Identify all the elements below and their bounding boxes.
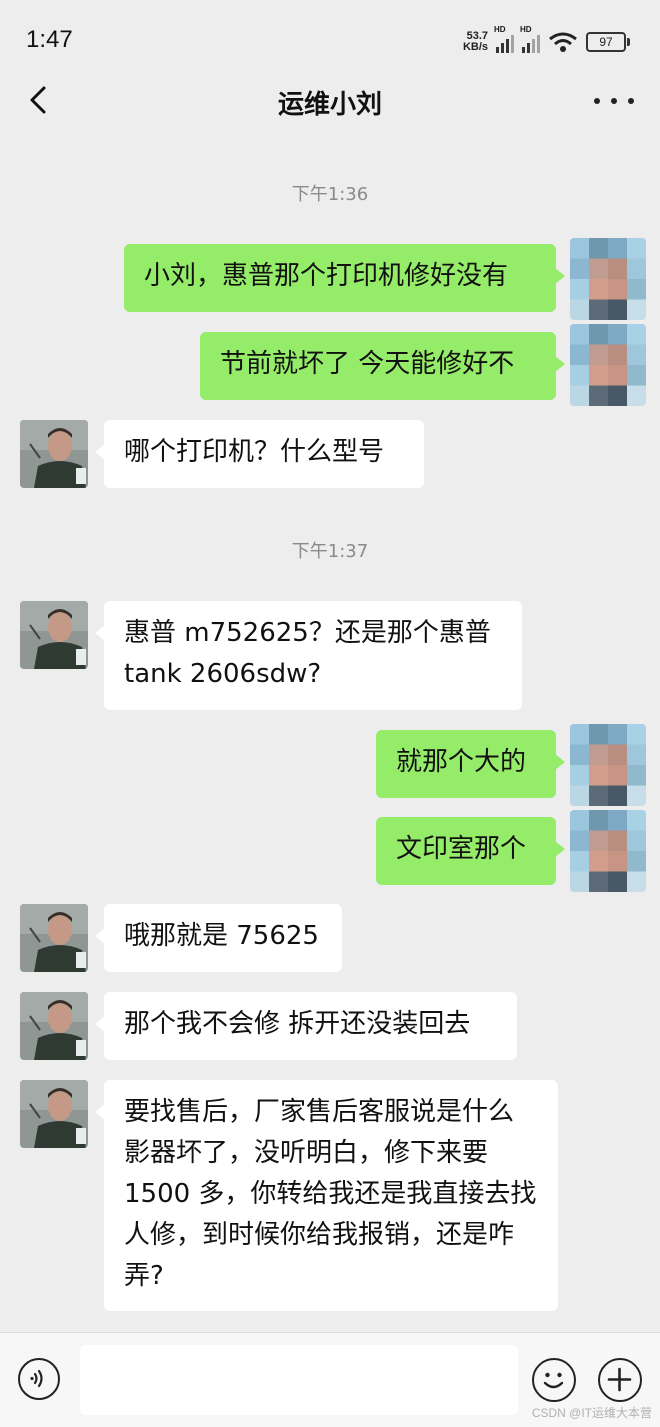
pixelated-avatar-icon xyxy=(570,724,646,806)
person-avatar-icon xyxy=(20,601,88,669)
my-avatar[interactable] xyxy=(570,324,646,406)
my-avatar[interactable] xyxy=(570,810,646,892)
plus-icon xyxy=(607,1367,632,1392)
pixelated-avatar-icon xyxy=(570,324,646,406)
emoji-icon xyxy=(543,1372,564,1389)
message-bubble-sent[interactable]: 就那个大的 xyxy=(376,730,565,798)
pixelated-avatar-icon xyxy=(570,810,646,892)
signal-hd-label-2: HD xyxy=(520,25,532,34)
emoji-button[interactable] xyxy=(532,1358,576,1402)
wifi-icon xyxy=(549,32,577,52)
voice-button[interactable] xyxy=(18,1358,60,1400)
message-timestamp: 下午1:37 xyxy=(291,541,369,562)
battery-level: 97 xyxy=(586,32,626,52)
message-bubble-sent[interactable]: 小刘，惠普那个打印机修好没有 xyxy=(124,244,565,312)
contact-avatar[interactable] xyxy=(20,420,88,488)
message-timestamp: 下午1:36 xyxy=(291,184,369,205)
contact-avatar[interactable] xyxy=(20,1080,88,1148)
message-bubble-received[interactable]: 那个我不会修 拆开还没装回去 xyxy=(95,992,517,1060)
message-bubble-received[interactable]: 哦那就是 75625 xyxy=(95,904,342,972)
signal-icon-2: HD xyxy=(520,25,540,53)
message-bubble-sent[interactable]: 文印室那个 xyxy=(376,817,565,885)
watermark-text: CSDN @IT运维大本营 xyxy=(531,1406,652,1420)
more-dots-icon xyxy=(594,98,600,104)
person-avatar-icon xyxy=(20,992,88,1060)
person-avatar-icon xyxy=(20,420,88,488)
person-avatar-icon xyxy=(20,1080,88,1148)
voice-icon xyxy=(30,1369,43,1388)
contact-avatar[interactable] xyxy=(20,904,88,972)
chat-title: 运维小刘 xyxy=(277,90,382,120)
network-speed-unit: KB/s xyxy=(462,41,488,53)
my-avatar[interactable] xyxy=(570,724,646,806)
more-options-button[interactable] xyxy=(594,86,634,116)
message-bubble-sent[interactable]: 节前就坏了 今天能修好不 xyxy=(200,332,565,400)
more-functions-button[interactable] xyxy=(598,1358,642,1402)
contact-avatar[interactable] xyxy=(20,992,88,1060)
message-input[interactable] xyxy=(80,1345,518,1415)
network-speed: 53.7 KB/s xyxy=(463,31,488,53)
chat-header: 运维小刘 xyxy=(0,60,660,142)
my-avatar[interactable] xyxy=(570,238,646,320)
signal-icon-1: HD xyxy=(494,25,514,53)
pixelated-avatar-icon xyxy=(570,238,646,320)
message-bubble-received[interactable]: 要找售后，厂家售后客服说是什么影器坏了，没听明白，修下来要 1500 多，你转给… xyxy=(95,1080,558,1311)
battery-icon: 97 xyxy=(586,32,630,52)
message-bubble-received[interactable]: 哪个打印机？什么型号 xyxy=(95,420,424,488)
status-icons: 53.7 KB/s HD HD 97 xyxy=(463,25,630,54)
status-clock: 1:47 xyxy=(26,26,73,53)
person-avatar-icon xyxy=(20,904,88,972)
signal-hd-label: HD xyxy=(494,25,506,34)
message-bubble-received[interactable]: 惠普 m752625？还是那个惠普 tank 2606sdw? xyxy=(95,601,522,710)
contact-avatar[interactable] xyxy=(20,601,88,669)
